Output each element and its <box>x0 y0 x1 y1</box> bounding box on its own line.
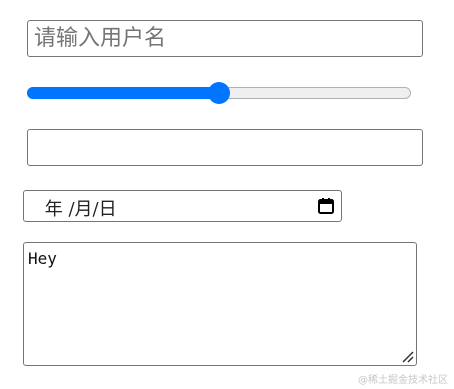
range-thumb[interactable] <box>208 82 230 104</box>
username-input[interactable] <box>27 20 423 57</box>
textarea-value[interactable]: Hey <box>28 249 412 269</box>
date-placeholder[interactable]: 年 /月/日 <box>39 195 117 221</box>
message-textarea[interactable]: Hey <box>23 242 417 366</box>
date-input[interactable]: 年 /月/日 <box>23 190 342 222</box>
form-container: 年 /月/日 Hey @稀土掘金技术社区 <box>0 0 454 389</box>
range-slider[interactable] <box>27 82 411 104</box>
watermark: @稀土掘金技术社区 <box>358 375 448 386</box>
resize-handle-icon[interactable] <box>401 350 414 363</box>
text-input[interactable] <box>27 129 423 166</box>
calendar-icon[interactable] <box>317 197 335 215</box>
range-fill <box>27 87 219 99</box>
